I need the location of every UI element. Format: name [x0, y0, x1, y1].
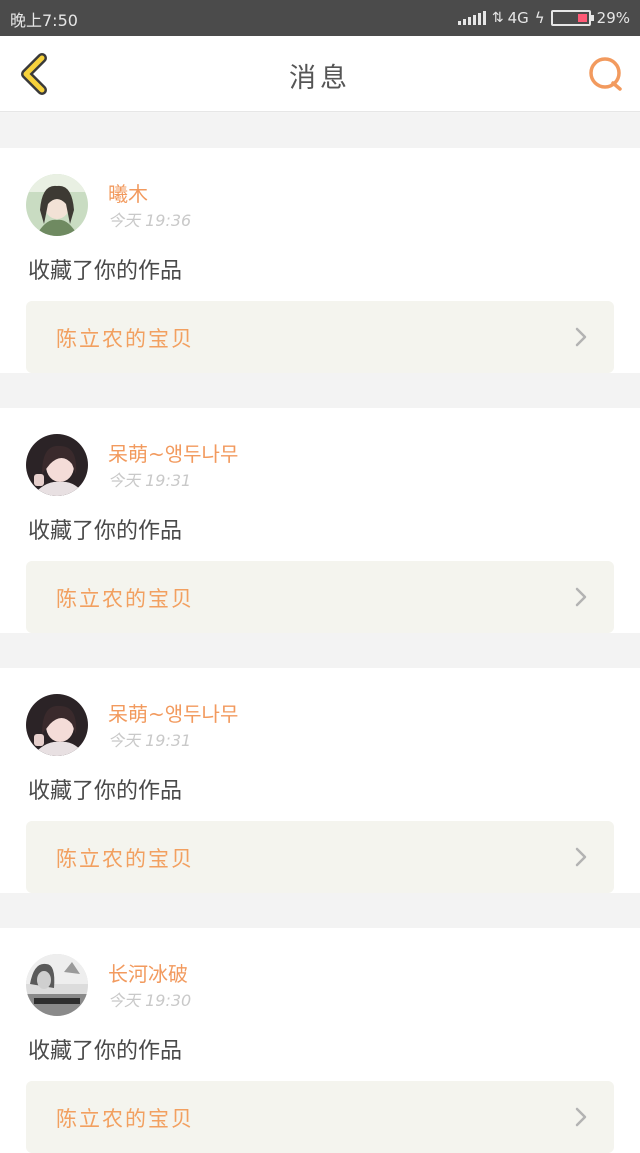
data-transfer-icon: ⇅ [491, 10, 504, 26]
work-title: 陈立农的宝贝 [56, 1107, 194, 1131]
message-item[interactable]: 长河冰破 今天 19:30 收藏了你的作品 陈立农的宝贝 [0, 928, 640, 1153]
action-text: 收藏了你的作品 [28, 779, 183, 804]
work-link[interactable]: 陈立农的宝贝 [26, 301, 614, 373]
avatar-image [26, 174, 88, 236]
message-time: 今天 19:31 [108, 731, 192, 750]
chevron-right-icon [575, 1107, 587, 1127]
message-item[interactable]: 呆萌~앵두나무 今天 19:31 收藏了你的作品 陈立农的宝贝 [0, 668, 640, 893]
chevron-right-icon [575, 327, 587, 347]
user-name[interactable]: 呆萌~앵두나무 [108, 438, 238, 467]
signal-icon [457, 11, 486, 25]
work-link[interactable]: 陈立农的宝贝 [26, 561, 614, 633]
avatar[interactable] [26, 434, 88, 496]
user-name[interactable]: 呆萌~앵두나무 [108, 698, 238, 727]
message-time: 今天 19:31 [108, 471, 192, 490]
work-link[interactable]: 陈立农的宝贝 [26, 821, 614, 893]
avatar[interactable] [26, 954, 88, 1016]
avatar[interactable] [26, 694, 88, 756]
work-title: 陈立农的宝贝 [56, 847, 194, 871]
chevron-right-icon [575, 587, 587, 607]
user-name[interactable]: 曦木 [108, 178, 148, 207]
message-time: 今天 19:30 [108, 991, 192, 1010]
battery-percent: 29% [596, 9, 630, 27]
work-title: 陈立农的宝贝 [56, 587, 194, 611]
battery-icon [550, 10, 594, 26]
work-link[interactable]: 陈立农的宝贝 [26, 1081, 614, 1153]
avatar[interactable] [26, 174, 88, 236]
search-icon [589, 57, 622, 91]
battery-level-fill [577, 14, 587, 22]
user-name[interactable]: 长河冰破 [108, 958, 188, 987]
network-type: 4G [507, 9, 529, 27]
page-title: 消息 [289, 63, 351, 94]
avatar-image [26, 954, 88, 1016]
message-list: 曦木 今天 19:36 收藏了你的作品 陈立农的宝贝 呆萌~앵두나무 今天 19… [0, 113, 640, 1153]
action-text: 收藏了你的作品 [28, 259, 183, 284]
list-divider [0, 373, 640, 408]
chevron-right-icon [575, 847, 587, 867]
search-button[interactable] [586, 54, 626, 94]
list-divider [0, 893, 640, 928]
status-time: 晚上7:50 [10, 11, 78, 30]
list-divider [0, 633, 640, 668]
status-indicators: ⇅ 4G ϟ 29% [457, 7, 630, 29]
message-item[interactable]: 曦木 今天 19:36 收藏了你的作品 陈立农的宝贝 [0, 148, 640, 373]
work-title: 陈立农的宝贝 [56, 327, 194, 351]
navigation-bar: 消息 [0, 36, 640, 112]
avatar-image [26, 694, 88, 756]
charging-icon: ϟ [534, 9, 545, 27]
message-time: 今天 19:36 [108, 211, 192, 230]
list-divider [0, 113, 640, 148]
message-item[interactable]: 呆萌~앵두나무 今天 19:31 收藏了你的作品 陈立农的宝贝 [0, 408, 640, 633]
status-bar: 晚上7:50 ⇅ 4G ϟ 29% [0, 0, 640, 36]
avatar-image [26, 434, 88, 496]
action-text: 收藏了你的作品 [28, 1039, 183, 1064]
action-text: 收藏了你的作品 [28, 519, 183, 544]
